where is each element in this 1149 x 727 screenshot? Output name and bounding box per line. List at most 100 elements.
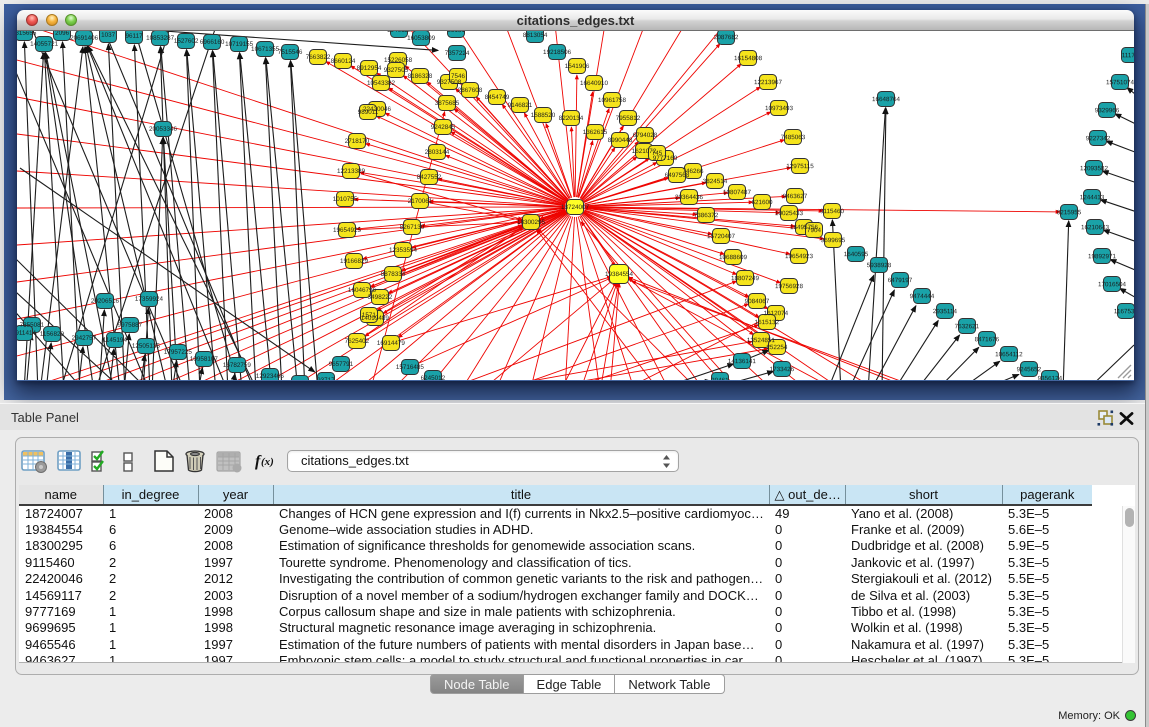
svg-text:10961758: 10961758 — [598, 97, 627, 104]
svg-text:88131: 88131 — [447, 31, 465, 34]
svg-text:19892971: 19892971 — [1088, 253, 1117, 260]
svg-text:8454749: 8454749 — [485, 94, 510, 101]
svg-text:8267130: 8267130 — [400, 224, 425, 231]
svg-text:3875685: 3875685 — [435, 100, 460, 107]
svg-text:9356124: 9356124 — [1038, 375, 1063, 380]
svg-text:15716485: 15716485 — [396, 364, 425, 371]
svg-text:9245652: 9245652 — [1017, 366, 1042, 373]
svg-text:10671355: 10671355 — [251, 46, 280, 53]
svg-text:1733426: 1733426 — [770, 366, 795, 373]
svg-text:12213967: 12213967 — [754, 79, 783, 86]
svg-text:2718170: 2718170 — [345, 138, 370, 145]
svg-text:14055721: 14055721 — [30, 41, 59, 48]
svg-text:16640910: 16640910 — [580, 80, 609, 87]
svg-text:18807249: 18807249 — [731, 275, 760, 282]
svg-text:20206516: 20206516 — [91, 298, 120, 305]
svg-text:9327508: 9327508 — [437, 79, 462, 86]
svg-text:19218506: 19218506 — [543, 49, 572, 56]
svg-text:19654923: 19654923 — [785, 253, 814, 260]
svg-text:621600: 621600 — [751, 199, 773, 206]
svg-text:93717: 93717 — [317, 377, 335, 380]
svg-text:15720407: 15720407 — [707, 233, 736, 240]
svg-text:7515546: 7515546 — [278, 49, 303, 56]
svg-text:17016504: 17016504 — [1098, 281, 1127, 288]
svg-text:6479197: 6479197 — [888, 277, 913, 284]
svg-text:16648764: 16648764 — [872, 96, 901, 103]
svg-text:19166829: 19166829 — [340, 258, 369, 265]
svg-text:1037: 1037 — [101, 32, 116, 39]
svg-text:20364436: 20364436 — [675, 194, 704, 201]
svg-text:3824514: 3824514 — [703, 178, 728, 185]
svg-text:1946115: 1946115 — [387, 31, 412, 34]
svg-text:8912954: 8912954 — [357, 65, 382, 72]
svg-text:13524851: 13524851 — [747, 337, 776, 344]
svg-text:6794028: 6794028 — [633, 132, 658, 139]
svg-text:8990448: 8990448 — [608, 137, 633, 144]
svg-text:19384554: 19384554 — [605, 271, 634, 278]
svg-text:17359924: 17359924 — [135, 296, 164, 303]
svg-text:10543382: 10543382 — [367, 80, 396, 87]
svg-text:8215955: 8215955 — [1057, 209, 1082, 216]
svg-text:9227342: 9227342 — [1086, 135, 1111, 142]
svg-text:5938928: 5938928 — [867, 262, 892, 269]
svg-text:1640595: 1640595 — [844, 251, 869, 258]
svg-text:8813054: 8813054 — [523, 32, 548, 39]
svg-text:10853287: 10853287 — [146, 35, 175, 42]
svg-text:7855081: 7855081 — [20, 322, 45, 329]
svg-text:1815655: 1815655 — [17, 31, 37, 37]
svg-text:1527602: 1527602 — [174, 38, 199, 45]
svg-text:16154808: 16154808 — [734, 55, 763, 62]
svg-text:9329966: 9329966 — [1095, 107, 1120, 114]
svg-text:7663822: 7663822 — [306, 54, 331, 61]
svg-text:9327505: 9327505 — [384, 67, 409, 74]
svg-text:8878334: 8878334 — [381, 271, 406, 278]
svg-text:10688609: 10688609 — [719, 254, 748, 261]
svg-text:16053809: 16053809 — [407, 35, 436, 42]
svg-text:9657791: 9657791 — [329, 361, 354, 368]
svg-text:7625402: 7625402 — [345, 338, 370, 345]
svg-text:745: 745 — [652, 150, 663, 157]
svg-text:7485063: 7485063 — [781, 134, 806, 141]
svg-text:14136141: 14136141 — [728, 358, 757, 365]
svg-text:96117: 96117 — [126, 33, 144, 40]
svg-text:10958107: 10958107 — [190, 356, 219, 363]
svg-text:12975115: 12975115 — [786, 163, 814, 170]
svg-text:16210643: 16210643 — [1081, 224, 1110, 231]
svg-text:19756928: 19756928 — [775, 283, 804, 290]
svg-text:10719155: 10719155 — [225, 41, 254, 48]
svg-text:3911414: 3911414 — [17, 330, 36, 337]
svg-text:1362615: 1362615 — [583, 129, 608, 136]
svg-text:8186328: 8186328 — [408, 73, 433, 80]
svg-text:9146821: 9146821 — [508, 102, 533, 109]
svg-text:6245012: 6245012 — [421, 375, 446, 380]
svg-text:8471676: 8471676 — [975, 336, 1000, 343]
svg-text:9975887: 9975887 — [118, 322, 143, 329]
svg-text:7357224: 7357224 — [445, 50, 470, 57]
svg-text:8427552: 8427552 — [417, 174, 442, 181]
svg-text:1571: 1571 — [362, 312, 377, 319]
svg-text:2170061: 2170061 — [408, 198, 433, 205]
svg-text:2935114: 2935114 — [933, 308, 958, 315]
svg-text:10973493: 10973493 — [765, 105, 794, 112]
svg-text:1588520: 1588520 — [531, 112, 556, 119]
svg-text:9084067: 9084067 — [745, 298, 770, 305]
svg-text:3498222: 3498222 — [368, 294, 393, 301]
svg-text:6497568: 6497568 — [665, 172, 690, 179]
svg-text:(x): (x) — [261, 456, 274, 468]
svg-text:9474444: 9474444 — [910, 293, 935, 300]
svg-text:16046796: 16046796 — [348, 287, 377, 294]
svg-text:20461: 20461 — [711, 377, 729, 380]
svg-text:2942757: 2942757 — [72, 335, 97, 342]
svg-text:2096: 2096 — [55, 31, 70, 37]
svg-text:12923466: 12923466 — [256, 373, 285, 380]
svg-text:7386372: 7386372 — [694, 212, 719, 219]
svg-text:12353594: 12353594 — [389, 247, 418, 254]
svg-text:989011: 989011 — [358, 109, 379, 116]
svg-text:8660124: 8660124 — [331, 58, 356, 65]
svg-text:2867608: 2867608 — [458, 87, 483, 94]
svg-text:1156829: 1156829 — [40, 331, 65, 338]
svg-text:9699695: 9699695 — [821, 237, 846, 244]
svg-text:12213389: 12213389 — [337, 168, 366, 175]
svg-text:16914479: 16914479 — [377, 340, 406, 347]
svg-text:1541906: 1541906 — [565, 63, 590, 70]
